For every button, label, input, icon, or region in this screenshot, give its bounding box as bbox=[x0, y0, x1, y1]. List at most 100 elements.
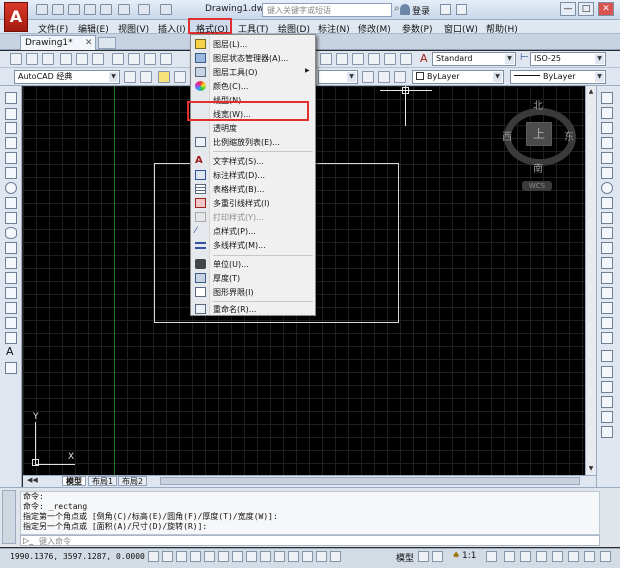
calculator-icon[interactable] bbox=[400, 53, 412, 65]
workspace-switch-icon[interactable] bbox=[160, 4, 172, 15]
user-icon[interactable] bbox=[400, 4, 410, 15]
workspace-switching-icon[interactable] bbox=[520, 551, 531, 562]
new-icon[interactable] bbox=[36, 4, 48, 15]
paste-icon[interactable] bbox=[144, 53, 156, 65]
tool-palettes-icon[interactable] bbox=[352, 53, 364, 65]
linetype-select[interactable]: ByLayer ▼ bbox=[510, 70, 606, 84]
save-icon[interactable] bbox=[68, 4, 80, 15]
move-icon[interactable] bbox=[601, 167, 613, 179]
maximize-button[interactable]: □ bbox=[578, 2, 594, 16]
transparency-toggle-icon[interactable] bbox=[302, 551, 313, 562]
chamfer-icon[interactable] bbox=[601, 302, 613, 314]
tab-model[interactable]: 模型 bbox=[62, 476, 86, 486]
login-link[interactable]: 登录 bbox=[412, 4, 430, 17]
auto-scale-icon[interactable] bbox=[504, 551, 515, 562]
document-tab[interactable]: Drawing1* ✕ bbox=[20, 35, 96, 50]
fillet-icon[interactable] bbox=[601, 317, 613, 329]
text-style-select[interactable]: Standard ▼ bbox=[432, 52, 516, 66]
new-tab-button[interactable] bbox=[98, 37, 116, 49]
menu-item-layer[interactable]: 图层(L)... bbox=[191, 37, 315, 51]
menu-item-rename[interactable]: 重命名(R)... bbox=[191, 302, 315, 316]
wcs-menu-button[interactable]: WCS bbox=[522, 181, 552, 191]
ellipse-arc-tool-icon[interactable] bbox=[5, 242, 17, 254]
undo-icon[interactable] bbox=[118, 4, 130, 15]
menu-item-table-style[interactable]: 表格样式(B)... bbox=[191, 182, 315, 196]
compass-east[interactable]: 东 bbox=[564, 128, 574, 143]
minimize-button[interactable]: — bbox=[560, 2, 576, 16]
add-selected-icon[interactable] bbox=[5, 362, 17, 374]
extend-icon[interactable] bbox=[601, 242, 613, 254]
tab-layout1[interactable]: 布局1 bbox=[88, 476, 118, 486]
clean-screen-icon[interactable] bbox=[600, 551, 611, 562]
offset-icon[interactable] bbox=[601, 137, 613, 149]
match-properties-icon[interactable] bbox=[160, 53, 172, 65]
plot-icon[interactable] bbox=[100, 4, 112, 15]
dim-style-select[interactable]: ISO-25 ▼ bbox=[530, 52, 606, 66]
isolate-objects-icon[interactable] bbox=[568, 551, 579, 562]
object-snap-icon[interactable] bbox=[218, 551, 229, 562]
infer-constraints-icon[interactable] bbox=[148, 551, 159, 562]
model-space-toggle[interactable]: 模型 bbox=[396, 551, 414, 564]
markup-icon[interactable] bbox=[384, 53, 396, 65]
rectangle-tool-icon[interactable] bbox=[5, 152, 17, 164]
menu-item-mleader-style[interactable]: 多重引线样式(I) bbox=[191, 196, 315, 210]
annotation-scale-value[interactable]: 1:1 bbox=[462, 551, 476, 561]
make-block-icon[interactable] bbox=[5, 272, 17, 284]
tab-layout2[interactable]: 布局2 bbox=[118, 476, 148, 486]
compass-south[interactable]: 南 bbox=[533, 160, 543, 175]
save-as-icon[interactable] bbox=[84, 4, 96, 15]
properties-icon[interactable] bbox=[320, 53, 332, 65]
stretch-icon[interactable] bbox=[601, 212, 613, 224]
scale-icon[interactable] bbox=[601, 197, 613, 209]
point-tool-icon[interactable] bbox=[5, 287, 17, 299]
dynamic-input-icon[interactable] bbox=[274, 551, 285, 562]
qnew-icon[interactable] bbox=[10, 53, 22, 65]
close-button[interactable]: ✕ bbox=[598, 2, 614, 16]
design-center-icon[interactable] bbox=[336, 53, 348, 65]
quick-view-drawings-icon[interactable] bbox=[432, 551, 443, 562]
horizontal-scrollbar[interactable] bbox=[160, 477, 580, 485]
lineweight-toggle-icon[interactable] bbox=[288, 551, 299, 562]
tab-nav-first-icon[interactable]: ◀◀ bbox=[27, 476, 38, 484]
save-file-icon[interactable] bbox=[42, 53, 54, 65]
sheet-set-icon[interactable] bbox=[368, 53, 380, 65]
menu-item-scale-list[interactable]: 比例缩放列表(E)... bbox=[191, 135, 315, 149]
copy-icon[interactable] bbox=[128, 53, 140, 65]
insert-block-icon[interactable] bbox=[5, 257, 17, 269]
ellipse-tool-icon[interactable] bbox=[5, 227, 17, 239]
color-select[interactable]: ByLayer ▼ bbox=[412, 70, 504, 84]
draw-order-back-icon[interactable] bbox=[601, 381, 613, 393]
blend-curves-icon[interactable] bbox=[601, 332, 613, 344]
search-icon[interactable]: ⌕ bbox=[394, 3, 400, 14]
menu-item-transparency[interactable]: 透明度 bbox=[191, 121, 315, 135]
menu-item-color[interactable]: 颜色(C)... bbox=[191, 79, 315, 93]
scroll-down-icon[interactable]: ▼ bbox=[587, 465, 595, 473]
grid-display-icon[interactable] bbox=[176, 551, 187, 562]
break-icon[interactable] bbox=[601, 272, 613, 284]
rotate-icon[interactable] bbox=[601, 182, 613, 194]
workspace-select[interactable]: AutoCAD 经典 ▼ bbox=[14, 70, 120, 84]
trim-icon[interactable] bbox=[601, 227, 613, 239]
vertical-scrollbar[interactable] bbox=[585, 86, 596, 475]
break-at-point-icon[interactable] bbox=[601, 257, 613, 269]
erase-icon[interactable] bbox=[601, 92, 613, 104]
help-icon[interactable] bbox=[456, 4, 467, 15]
line-tool-icon[interactable] bbox=[5, 92, 17, 104]
polyline-tool-icon[interactable] bbox=[5, 122, 17, 134]
menu-item-layer-tools[interactable]: 图层工具(O) ▶ bbox=[191, 65, 315, 79]
menu-item-limits[interactable]: 图形界限(I) bbox=[191, 285, 315, 299]
layer-bulb-icon[interactable] bbox=[158, 71, 170, 83]
arc-tool-icon[interactable] bbox=[5, 167, 17, 179]
menu-item-mline-style[interactable]: 多线样式(M)... bbox=[191, 238, 315, 252]
snap-mode-icon[interactable] bbox=[162, 551, 173, 562]
circle-tool-icon[interactable] bbox=[5, 182, 17, 194]
copy-object-icon[interactable] bbox=[601, 107, 613, 119]
3d-object-snap-icon[interactable] bbox=[232, 551, 243, 562]
construction-line-icon[interactable] bbox=[5, 108, 17, 120]
menu-item-dim-style[interactable]: 标注样式(D)... bbox=[191, 168, 315, 182]
polygon-tool-icon[interactable] bbox=[5, 137, 17, 149]
send-under-icon[interactable] bbox=[601, 411, 613, 423]
selection-cycling-icon[interactable] bbox=[330, 551, 341, 562]
menu-item-point-style[interactable]: ⁄ 点样式(P)... bbox=[191, 224, 315, 238]
polar-tracking-icon[interactable] bbox=[204, 551, 215, 562]
